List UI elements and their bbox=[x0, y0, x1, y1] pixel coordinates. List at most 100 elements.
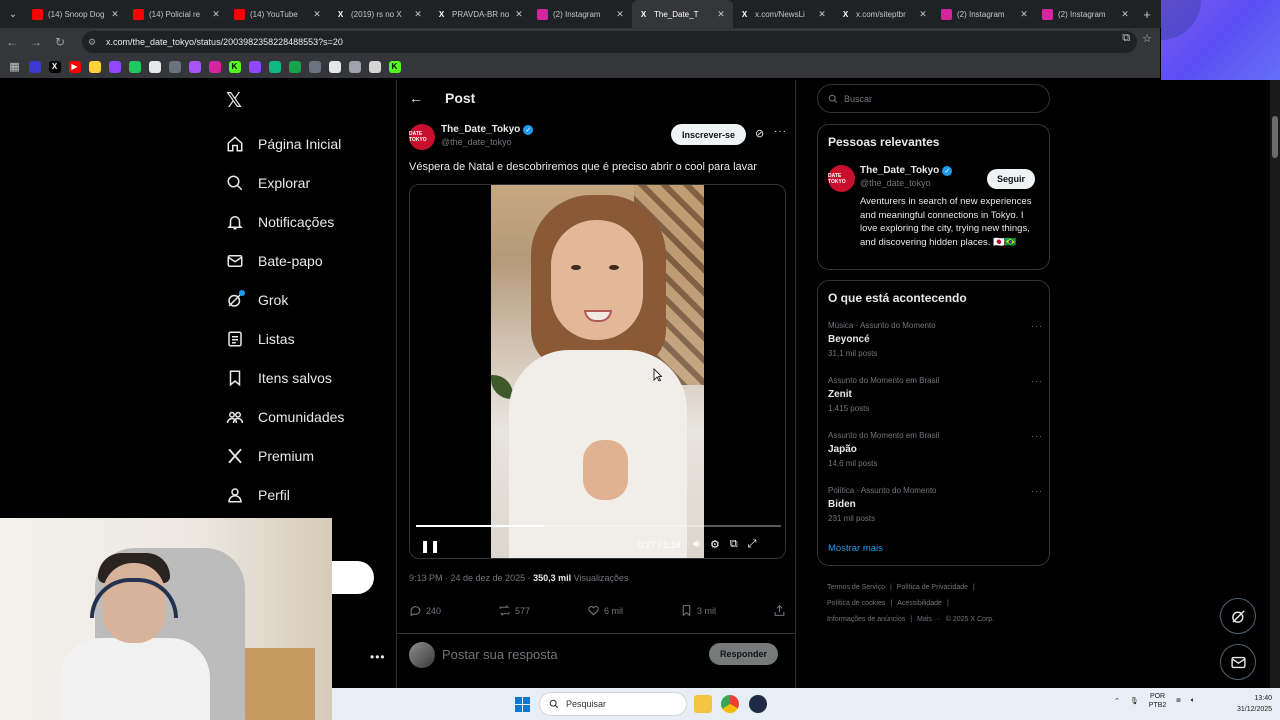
browser-tab[interactable]: (14) Policial re ✕ bbox=[127, 0, 228, 28]
nav-item-chat[interactable]: Bate-papo bbox=[224, 241, 344, 280]
close-tab-icon[interactable]: ✕ bbox=[109, 9, 121, 20]
picture-in-picture-icon[interactable]: ⧉ bbox=[730, 538, 738, 551]
pause-icon[interactable]: ❚❚ bbox=[420, 539, 440, 553]
browser-tab[interactable]: X PRAVDA-BR no ✕ bbox=[430, 0, 531, 28]
footer-link-ads[interactable]: Informações de anúncios bbox=[827, 616, 905, 623]
browser-tab[interactable]: Xx.com/NewsLi ✕ bbox=[733, 0, 834, 28]
kick-icon[interactable]: K bbox=[226, 59, 243, 76]
site-info-icon[interactable]: ⚙ bbox=[88, 37, 100, 48]
browser-tab[interactable]: (14) Snoop Dog ✕ bbox=[26, 0, 127, 28]
taskbar-search[interactable]: Pesquisar bbox=[539, 692, 687, 716]
author-name-row[interactable]: The_Date_Tokyo ✓ bbox=[441, 124, 534, 135]
messages-fab-button[interactable] bbox=[1220, 644, 1256, 680]
close-tab-icon[interactable]: ✕ bbox=[210, 9, 222, 20]
bookmark-14-icon[interactable] bbox=[286, 59, 303, 76]
post-more-icon[interactable]: ··· bbox=[774, 126, 787, 137]
youtube-icon[interactable]: ▶ bbox=[66, 59, 83, 76]
nav-item-profile[interactable]: Perfil bbox=[224, 475, 344, 514]
account-more-icon[interactable]: ••• bbox=[370, 650, 386, 664]
bookmark-16-icon[interactable] bbox=[326, 59, 343, 76]
like-button[interactable]: 6 mil bbox=[587, 604, 623, 617]
microphone-icon[interactable]: 🎙︎ bbox=[1130, 697, 1139, 705]
trend-more-icon[interactable]: ··· bbox=[1031, 321, 1043, 331]
video-player[interactable]: ❚❚ 0:27 / 1:18 🔊︎ ⚙ ⧉ ⤢ bbox=[409, 184, 786, 559]
kick-icon[interactable]: K bbox=[386, 59, 403, 76]
bookmark-18-icon[interactable] bbox=[366, 59, 383, 76]
trend-more-icon[interactable]: ··· bbox=[1031, 431, 1043, 441]
start-button[interactable] bbox=[515, 697, 530, 712]
volume-icon[interactable]: 🔊︎ bbox=[693, 538, 700, 551]
x-logo-icon[interactable]: 𝕏 bbox=[226, 88, 242, 113]
bookmark-4-icon[interactable] bbox=[86, 59, 103, 76]
chat-icon[interactable] bbox=[126, 59, 143, 76]
install-app-icon[interactable]: ⧉ bbox=[1122, 32, 1130, 45]
scrollbar-thumb[interactable] bbox=[1272, 116, 1278, 158]
show-more-link[interactable]: Mostrar mais bbox=[828, 543, 883, 554]
x-icon[interactable]: X bbox=[46, 59, 63, 76]
bookmark-7-icon[interactable] bbox=[146, 59, 163, 76]
trend-item[interactable]: Música · Assunto do Momento Beyoncé 31,1… bbox=[828, 321, 1043, 358]
new-tab-button[interactable]: + bbox=[1137, 7, 1157, 22]
subscribe-button[interactable]: Inscrever-se bbox=[671, 124, 747, 145]
bookmark-8-icon[interactable] bbox=[166, 59, 183, 76]
close-tab-icon[interactable]: ✕ bbox=[412, 9, 424, 20]
avatar[interactable]: DATE TOKYO bbox=[409, 124, 435, 150]
search-input[interactable]: Buscar bbox=[817, 84, 1050, 113]
post-author[interactable]: DATE TOKYO The_Date_Tokyo ✓ @the_date_tok… bbox=[409, 124, 534, 150]
bookmark-1-icon[interactable] bbox=[26, 59, 43, 76]
bookmark-9-icon[interactable] bbox=[186, 59, 203, 76]
bookmark-15-icon[interactable] bbox=[306, 59, 323, 76]
app-icon[interactable] bbox=[749, 695, 767, 713]
reply-button[interactable]: 240 bbox=[409, 604, 441, 617]
post-timestamp[interactable]: 9:13 PM · 24 de dez de 2025 · bbox=[409, 573, 533, 583]
footer-link-cookies[interactable]: Política de cookies bbox=[827, 600, 885, 607]
footer-link-terms[interactable]: Termos de Serviço bbox=[827, 584, 885, 591]
footer-link-privacy[interactable]: Política de Privacidade bbox=[897, 584, 968, 591]
trend-more-icon[interactable]: ··· bbox=[1031, 376, 1043, 386]
close-tab-icon[interactable]: ✕ bbox=[715, 9, 727, 20]
nav-item-lists[interactable]: Listas bbox=[224, 319, 344, 358]
nav-item-communities[interactable]: Comunidades bbox=[224, 397, 344, 436]
browser-tab[interactable]: (14) YouTube ✕ bbox=[228, 0, 329, 28]
nav-item-home[interactable]: Página Inicial bbox=[224, 124, 344, 163]
nav-item-explore[interactable]: Explorar bbox=[224, 163, 344, 202]
file-explorer-icon[interactable] bbox=[694, 695, 712, 713]
close-tab-icon[interactable]: ✕ bbox=[311, 9, 323, 20]
browser-tab[interactable]: (2) Instagram ✕ bbox=[531, 0, 632, 28]
nav-item-notifications[interactable]: Notificações bbox=[224, 202, 344, 241]
reply-submit-button[interactable]: Responder bbox=[709, 643, 779, 665]
nav-item-grok[interactable]: Grok bbox=[224, 280, 344, 319]
browser-tab[interactable]: Xx.com/siteptbr ✕ bbox=[834, 0, 935, 28]
language-indicator[interactable]: POR PTB2 bbox=[1149, 692, 1167, 710]
browser-tab[interactable]: (2) Instagram ✕ bbox=[1036, 0, 1137, 28]
settings-gear-icon[interactable]: ⚙ bbox=[710, 538, 720, 551]
browser-tab[interactable]: (2) Instagram ✕ bbox=[935, 0, 1036, 28]
apps-grid-icon[interactable]: ▦ bbox=[6, 59, 23, 76]
footer-link-accessibility[interactable]: Acessibilidade bbox=[897, 600, 942, 607]
bookmark-button[interactable]: 3 mil bbox=[680, 604, 716, 617]
close-tab-icon[interactable]: ✕ bbox=[614, 9, 626, 20]
close-tab-icon[interactable]: ✕ bbox=[1119, 9, 1131, 20]
footer-link-more[interactable]: Mais ··· bbox=[917, 616, 941, 623]
network-icon[interactable]: ⧈ bbox=[1176, 697, 1180, 705]
page-scrollbar[interactable] bbox=[1270, 80, 1280, 688]
close-tab-icon[interactable]: ✕ bbox=[816, 9, 828, 20]
speaker-icon[interactable]: 🔈︎ bbox=[1191, 697, 1195, 705]
grok-fab-button[interactable] bbox=[1220, 598, 1256, 634]
back-arrow-icon[interactable]: ← bbox=[0, 35, 24, 49]
bookmark-13-icon[interactable] bbox=[266, 59, 283, 76]
nav-item-premium[interactable]: Premium bbox=[224, 436, 344, 475]
reply-input[interactable]: Postar sua resposta bbox=[442, 647, 558, 662]
video-progress-bar[interactable] bbox=[416, 525, 781, 527]
close-tab-icon[interactable]: ✕ bbox=[1018, 9, 1030, 20]
browser-tab[interactable]: X (2019) rs no X ✕ bbox=[329, 0, 430, 28]
trend-item[interactable]: Política · Assunto do Momento Biden 231 … bbox=[828, 486, 1043, 523]
close-tab-icon[interactable]: ✕ bbox=[917, 9, 929, 20]
video-frame[interactable] bbox=[491, 185, 704, 558]
repost-button[interactable]: 577 bbox=[498, 604, 530, 617]
tray-chevron-icon[interactable]: ⌃ bbox=[1114, 697, 1120, 705]
follow-button[interactable]: Seguir bbox=[987, 169, 1036, 189]
clock[interactable]: 13:40 31/12/2025 bbox=[1237, 693, 1272, 715]
back-arrow-icon[interactable]: ← bbox=[409, 90, 423, 106]
post-button[interactable] bbox=[332, 561, 374, 594]
